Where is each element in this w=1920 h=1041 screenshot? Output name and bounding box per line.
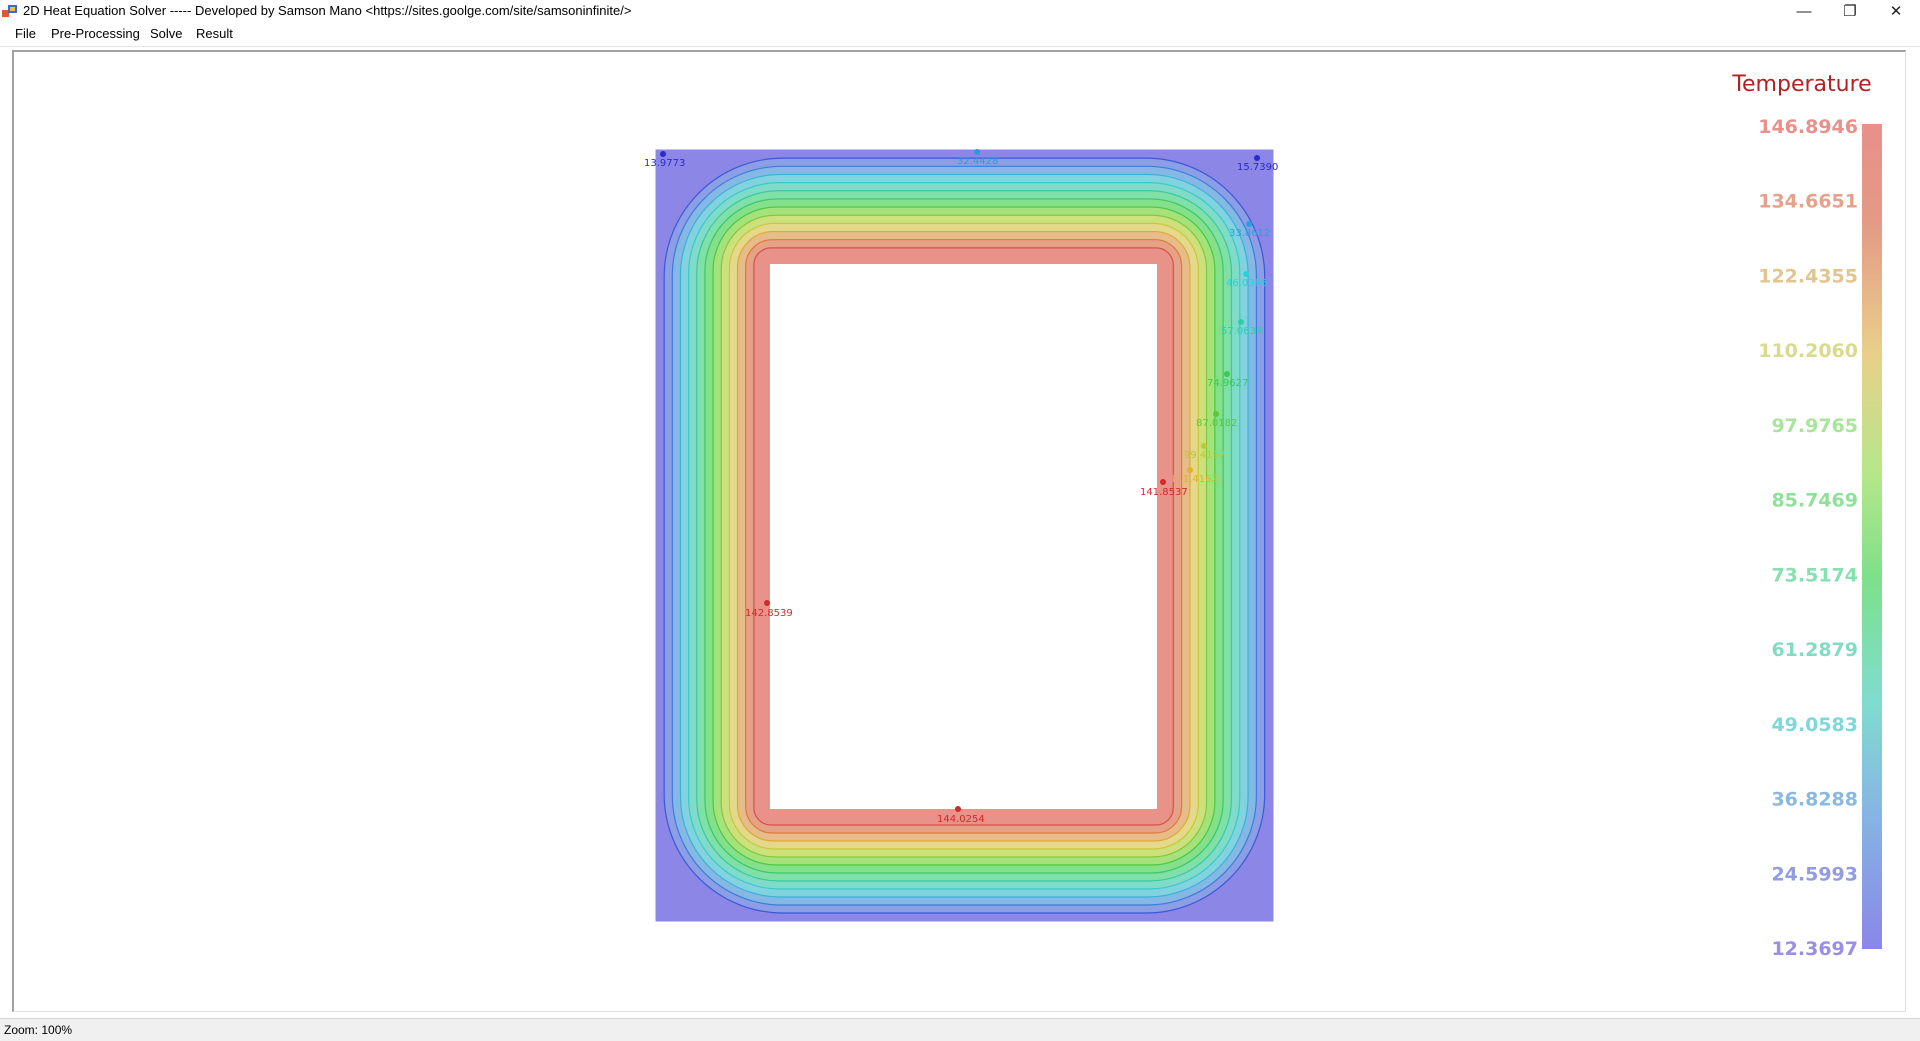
probe-point (764, 600, 770, 606)
heat-contour-plot[interactable]: 13.9773 32.4428 15.7390 33.8612 46.0386 57.06… (12, 50, 1906, 1012)
probe-point (1224, 371, 1230, 377)
probe-point (955, 806, 961, 812)
probe-label: 57.0633 (1221, 326, 1262, 337)
legend-value: 24.5993 (1771, 863, 1858, 885)
legend-value: 134.6651 (1758, 191, 1858, 213)
minimize-button[interactable]: — (1782, 0, 1826, 22)
drawing-canvas[interactable]: 13.9773 32.4428 15.7390 33.8612 46.0386 57.06… (12, 50, 1906, 1012)
probe-point (1243, 271, 1249, 277)
menu-bar: File Pre-Processing Solve Result (0, 22, 1920, 47)
probe-point (1187, 467, 1193, 473)
probe-label: 111.4162 (1170, 474, 1218, 485)
probe-label: 33.8612 (1229, 228, 1270, 239)
probe-point (1254, 155, 1260, 161)
legend-value: 49.0583 (1771, 714, 1858, 736)
probe-label: 144.0254 (937, 814, 985, 825)
probe-point (1213, 411, 1219, 417)
legend-value: 146.8946 (1758, 116, 1858, 138)
probe-point (660, 151, 666, 157)
legend-value: 12.3697 (1771, 938, 1858, 960)
zoom-status: Zoom: 100% (4, 1023, 73, 1037)
legend-value: 61.2879 (1771, 639, 1858, 661)
legend-title: Temperature (1731, 72, 1871, 97)
legend-value: 122.4355 (1758, 265, 1858, 287)
probe-point (1160, 479, 1166, 485)
inner-cavity (770, 264, 1157, 809)
probe-label: 74.9627 (1207, 378, 1248, 389)
menu-file[interactable]: File (15, 26, 36, 41)
legend-value: 36.8288 (1771, 789, 1858, 811)
probe-label: 99.4197 (1184, 450, 1225, 461)
window-title: 2D Heat Equation Solver ----- Developed … (23, 3, 632, 18)
probe-label: 87.0182 (1196, 418, 1237, 429)
probe-label: 32.4428 (957, 156, 998, 167)
probe-label: 141.8537 (1140, 487, 1188, 498)
status-bar: Zoom: 100% (0, 1018, 1920, 1041)
legend-colorbar (1862, 124, 1882, 949)
close-button[interactable]: ✕ (1874, 0, 1918, 22)
menu-result[interactable]: Result (196, 26, 233, 41)
probe-point (1201, 443, 1207, 449)
probe-label: 13.9773 (644, 158, 685, 169)
probe-label: 15.7390 (1237, 162, 1278, 173)
title-bar: 2D Heat Equation Solver ----- Developed … (0, 0, 1920, 22)
probe-label: 46.0386 (1226, 278, 1267, 289)
probe-point (974, 149, 980, 155)
probe-label: 142.8539 (745, 608, 793, 619)
legend-value: 85.7469 (1771, 490, 1858, 512)
menu-pre-processing[interactable]: Pre-Processing (51, 26, 140, 41)
app-icon (2, 5, 17, 17)
legend-labels: 146.8946 134.6651 122.4355 110.2060 97.9765 8… (1758, 116, 1858, 960)
legend-value: 97.9765 (1771, 415, 1858, 437)
probe-point (1246, 221, 1252, 227)
legend-value: 110.2060 (1758, 340, 1858, 362)
probe-point (1238, 319, 1244, 325)
menu-solve[interactable]: Solve (150, 26, 183, 41)
legend-value: 73.5174 (1771, 564, 1858, 586)
maximize-button[interactable]: ❐ (1828, 0, 1872, 22)
